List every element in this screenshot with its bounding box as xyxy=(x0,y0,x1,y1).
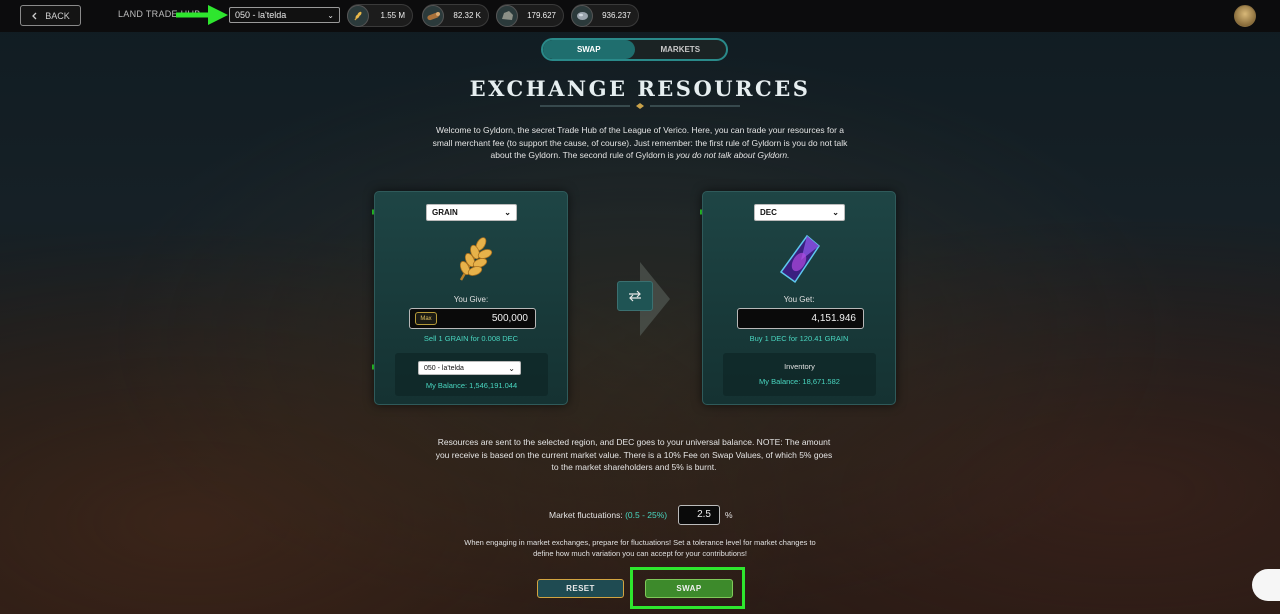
title-ornament-icon xyxy=(540,103,740,109)
intro-emphasis: you do not talk about Gyldorn. xyxy=(676,150,790,160)
dec-crystal-icon xyxy=(779,234,820,284)
get-amount-value: 4,151.946 xyxy=(811,313,857,324)
inventory-label: Inventory xyxy=(784,362,815,371)
grain-icon xyxy=(459,237,493,281)
give-panel: GRAIN ⌄ You Give: Max 500,000 Sell 1 GRA… xyxy=(374,191,568,405)
resource-stone: 179.627 xyxy=(496,4,564,27)
tab-bar: SWAP MARKETS xyxy=(541,38,728,61)
get-balance: My Balance: 18,671.582 xyxy=(759,377,840,386)
give-balance: My Balance: 1,546,191.044 xyxy=(425,381,518,390)
avatar[interactable] xyxy=(1234,5,1256,27)
give-resource-value: GRAIN xyxy=(432,208,458,217)
swap-direction-button[interactable] xyxy=(617,281,653,311)
fluctuation-range: (0.5 - 25%) xyxy=(625,510,668,520)
reset-button[interactable]: RESET xyxy=(537,579,624,598)
chevron-down-icon: ⌄ xyxy=(327,10,334,20)
get-amount-input[interactable]: 4,151.946 xyxy=(737,308,864,329)
region-select-value: 050 - la'telda xyxy=(424,364,464,372)
region-box: 050 - la'telda ⌄ My Balance: 1,546,191.0… xyxy=(395,353,548,396)
resource-wood-value: 82.32 K xyxy=(453,11,481,20)
tab-markets[interactable]: MARKETS xyxy=(635,40,727,59)
buy-rate: Buy 1 DEC for 120.41 GRAIN xyxy=(749,334,849,343)
chevron-down-icon: ⌄ xyxy=(508,363,515,373)
sell-rate: Sell 1 GRAIN for 0.008 DEC xyxy=(423,334,519,343)
chevron-down-icon: ⌄ xyxy=(832,208,839,217)
resource-wood: 82.32 K xyxy=(422,4,489,27)
iron-icon xyxy=(571,4,593,27)
resource-iron: 936.237 xyxy=(571,4,639,27)
get-resource-value: DEC xyxy=(760,208,777,217)
resource-grain-value: 1.55 M xyxy=(380,11,405,20)
give-amount-input[interactable]: Max 500,000 xyxy=(409,308,536,329)
fluctuation-text: Market fluctuations: xyxy=(549,510,623,520)
hub-select[interactable]: 050 - la'telda ⌄ xyxy=(229,7,340,23)
resource-iron-value: 936.237 xyxy=(602,11,631,20)
tolerance-input[interactable]: 2.5 xyxy=(678,505,720,525)
give-amount-value: 500,000 xyxy=(491,313,528,324)
swap-arrows-icon xyxy=(629,290,641,302)
inventory-box: Inventory My Balance: 18,671.582 xyxy=(723,353,876,396)
stone-icon xyxy=(496,4,518,27)
hub-select-value: 050 - la'telda xyxy=(235,10,287,20)
fluctuation-label: Market fluctuations: (0.5 - 25%) xyxy=(549,510,667,520)
swap-button[interactable]: SWAP xyxy=(645,579,733,598)
tab-swap[interactable]: SWAP xyxy=(543,40,635,59)
get-resource-select[interactable]: DEC ⌄ xyxy=(754,204,845,221)
give-label: You Give: xyxy=(453,295,489,304)
give-resource-select[interactable]: GRAIN ⌄ xyxy=(426,204,517,221)
wood-icon xyxy=(422,4,444,27)
get-panel: DEC ⌄ You Get: 4,151.946 Buy 1 DEC for 1… xyxy=(702,191,896,405)
get-label: You Get: xyxy=(783,295,815,304)
max-button[interactable]: Max xyxy=(415,312,437,325)
resource-grain: 1.55 M xyxy=(347,4,413,27)
fluctuation-warning: When engaging in market exchanges, prepa… xyxy=(464,538,816,558)
region-select[interactable]: 050 - la'telda ⌄ xyxy=(418,361,521,375)
swap-note: Resources are sent to the selected regio… xyxy=(435,437,833,472)
back-label: BACK xyxy=(45,10,70,21)
chat-widget[interactable] xyxy=(1252,569,1280,601)
intro-text: Welcome to Gyldorn, the secret Trade Hub… xyxy=(432,124,848,162)
annotation-arrow-hub xyxy=(176,5,228,25)
chevron-down-icon: ⌄ xyxy=(504,208,511,217)
resource-stone-value: 179.627 xyxy=(527,11,556,20)
back-arrow-icon xyxy=(32,12,37,19)
grain-icon xyxy=(347,4,369,27)
page-title: EXCHANGE RESOURCES xyxy=(469,76,811,101)
percent-label: % xyxy=(725,510,733,520)
back-button[interactable]: BACK xyxy=(20,5,81,26)
